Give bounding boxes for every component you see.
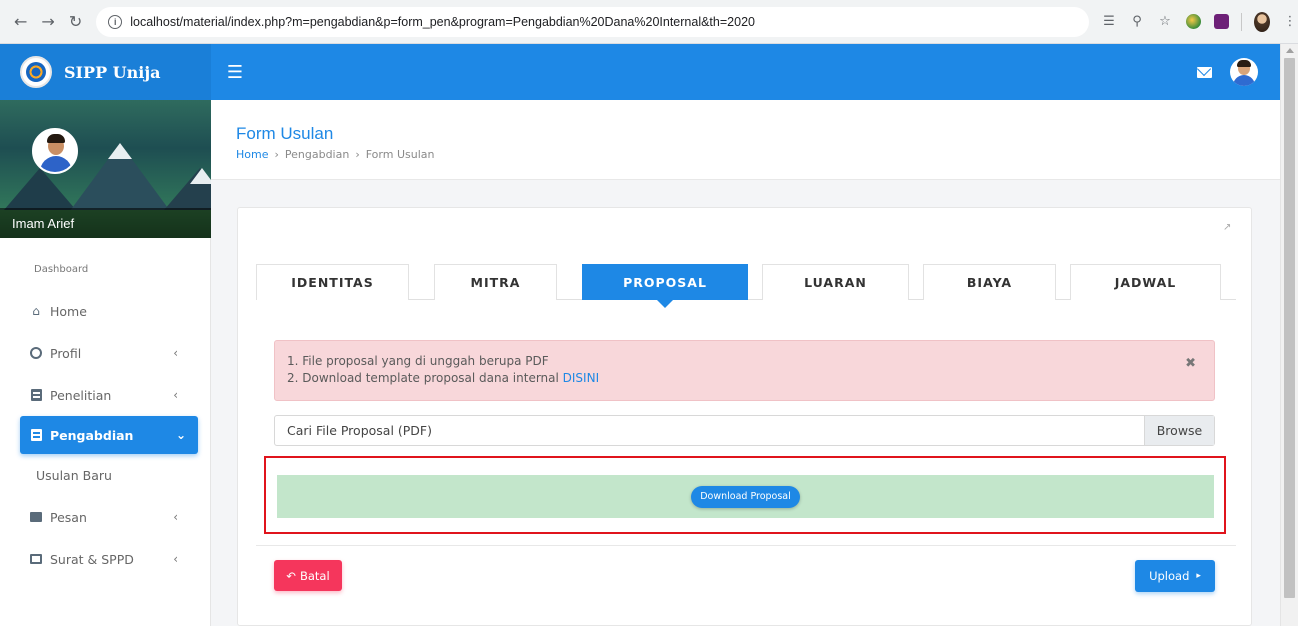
home-icon: ⌂ — [32, 304, 40, 318]
more-menu-icon[interactable]: ⋮ — [1282, 14, 1298, 30]
info-alert: 1. File proposal yang di unggah berupa P… — [274, 340, 1215, 401]
sidebar-item-pengabdian[interactable]: Pengabdian ⌄ — [20, 416, 198, 454]
divider — [1241, 12, 1242, 31]
download-proposal-button[interactable]: Download Proposal — [691, 485, 800, 508]
scroll-thumb[interactable] — [1284, 58, 1295, 598]
sidebar-item-home[interactable]: ⌂ Home — [0, 290, 210, 332]
tab-luaran[interactable]: LUARAN — [762, 264, 909, 300]
browse-button[interactable]: Browse — [1144, 416, 1214, 445]
user-circle-icon — [30, 347, 42, 359]
breadcrumb-separator-icon: › — [355, 148, 360, 161]
sidebar-item-label: Pengabdian — [50, 427, 134, 443]
envelope-icon — [30, 511, 42, 523]
browser-toolbar: ← → ↻ i localhost/material/index.php?m=p… — [0, 0, 1298, 44]
sidebar-section-label: Dashboard — [34, 264, 89, 275]
mail-icon[interactable] — [1197, 66, 1212, 78]
sidebar-item-label: Profil — [50, 345, 82, 361]
profile-banner: Imam Arief — [0, 100, 211, 238]
chevron-left-icon: ‹ — [173, 388, 178, 402]
chevron-down-icon: ⌄ — [175, 428, 186, 442]
avatar[interactable] — [32, 128, 78, 174]
envelope-open-icon — [30, 553, 42, 565]
url-text: localhost/material/index.php?m=pengabdia… — [130, 14, 755, 29]
sidebar: Imam Arief Dashboard ⌂ Home Profil ‹ Pen… — [0, 100, 211, 626]
translate-icon[interactable]: ☰ — [1101, 14, 1117, 30]
sidebar-item-label: Usulan Baru — [36, 467, 112, 483]
sidebar-subitem-usulan-baru[interactable]: Usulan Baru — [0, 454, 210, 496]
download-area: Download Proposal — [277, 475, 1214, 518]
template-download-link[interactable]: DISINI — [563, 371, 599, 385]
close-icon[interactable]: ✖ — [1185, 355, 1196, 372]
document-icon — [30, 429, 42, 441]
upload-button-label: Upload — [1149, 569, 1190, 583]
tab-biaya[interactable]: BIAYA — [923, 264, 1056, 300]
tab-jadwal[interactable]: JADWAL — [1070, 264, 1221, 300]
alert-line: 1. File proposal yang di unggah berupa P… — [287, 354, 549, 368]
extension-icon[interactable] — [1185, 14, 1201, 30]
sidebar-item-pesan[interactable]: Pesan ‹ — [0, 496, 210, 538]
extension-icon[interactable] — [1213, 14, 1229, 30]
content-header: Form Usulan Home › Pengabdian › Form Usu… — [211, 100, 1280, 180]
cancel-button-label: Batal — [299, 568, 330, 583]
brand-name: SIPP Unija — [64, 62, 161, 82]
breadcrumb-pengabdian[interactable]: Pengabdian — [285, 148, 349, 161]
back-icon[interactable]: ← — [10, 11, 31, 33]
sidebar-item-label: Pesan — [50, 509, 87, 525]
scrollbar[interactable] — [1280, 44, 1298, 626]
scroll-up-icon[interactable] — [1286, 48, 1294, 53]
expand-icon[interactable]: ↗ — [1223, 222, 1233, 233]
tab-proposal[interactable]: PROPOSAL — [582, 264, 748, 308]
tab-mitra[interactable]: MITRA — [434, 264, 557, 300]
university-logo-icon — [20, 56, 52, 88]
undo-icon: ↶ — [286, 568, 296, 583]
star-icon[interactable]: ☆ — [1157, 14, 1173, 30]
chevron-left-icon: ‹ — [173, 552, 178, 566]
chevron-left-icon: ‹ — [173, 510, 178, 524]
avatar[interactable] — [1230, 58, 1258, 86]
page-title: Form Usulan — [236, 124, 334, 143]
address-bar[interactable]: i localhost/material/index.php?m=pengabd… — [96, 6, 1089, 37]
sidebar-item-profil[interactable]: Profil ‹ — [0, 332, 210, 374]
brand[interactable]: SIPP Unija — [0, 44, 211, 100]
alert-text: 2. Download template proposal dana inter… — [287, 371, 563, 385]
zoom-icon[interactable]: ⚲ — [1129, 14, 1145, 30]
sidebar-item-label: Penelitian — [50, 387, 112, 403]
profile-icon[interactable] — [1254, 11, 1270, 32]
sidebar-username[interactable]: Imam Arief — [0, 208, 211, 238]
divider — [256, 545, 1236, 546]
info-icon[interactable]: i — [108, 14, 123, 29]
hamburger-menu-icon[interactable]: ☰ — [225, 62, 245, 83]
tab-identitas[interactable]: IDENTITAS — [256, 264, 409, 300]
app-header: SIPP Unija ☰ — [0, 44, 1280, 100]
form-card: ↗ IDENTITAS MITRA PROPOSAL LUARAN BIAYA … — [237, 207, 1252, 626]
breadcrumb: Home › Pengabdian › Form Usulan — [236, 148, 434, 161]
file-input-label[interactable]: Cari File Proposal (PDF) — [275, 423, 1144, 438]
chevron-left-icon: ‹ — [173, 346, 178, 360]
upload-button[interactable]: Upload ▸ — [1135, 560, 1215, 592]
sidebar-item-penelitian[interactable]: Penelitian ‹ — [0, 374, 210, 416]
document-icon — [30, 389, 42, 401]
reload-icon[interactable]: ↻ — [65, 11, 86, 33]
breadcrumb-separator-icon: › — [274, 148, 279, 161]
proposal-file-input[interactable]: Cari File Proposal (PDF) Browse — [274, 415, 1215, 446]
sidebar-item-surat-sppd[interactable]: Surat & SPPD ‹ — [0, 538, 210, 580]
breadcrumb-current: Form Usulan — [365, 148, 435, 161]
chevron-right-icon: ▸ — [1196, 571, 1201, 581]
sidebar-item-label: Home — [50, 303, 87, 319]
form-tabs: IDENTITAS MITRA PROPOSAL LUARAN BIAYA JA… — [256, 264, 1236, 308]
cancel-button[interactable]: ↶ Batal — [274, 560, 342, 591]
alert-line: 2. Download template proposal dana inter… — [287, 370, 1202, 387]
breadcrumb-home[interactable]: Home — [236, 148, 268, 161]
forward-icon[interactable]: → — [37, 11, 58, 33]
sidebar-item-label: Surat & SPPD — [50, 551, 134, 567]
